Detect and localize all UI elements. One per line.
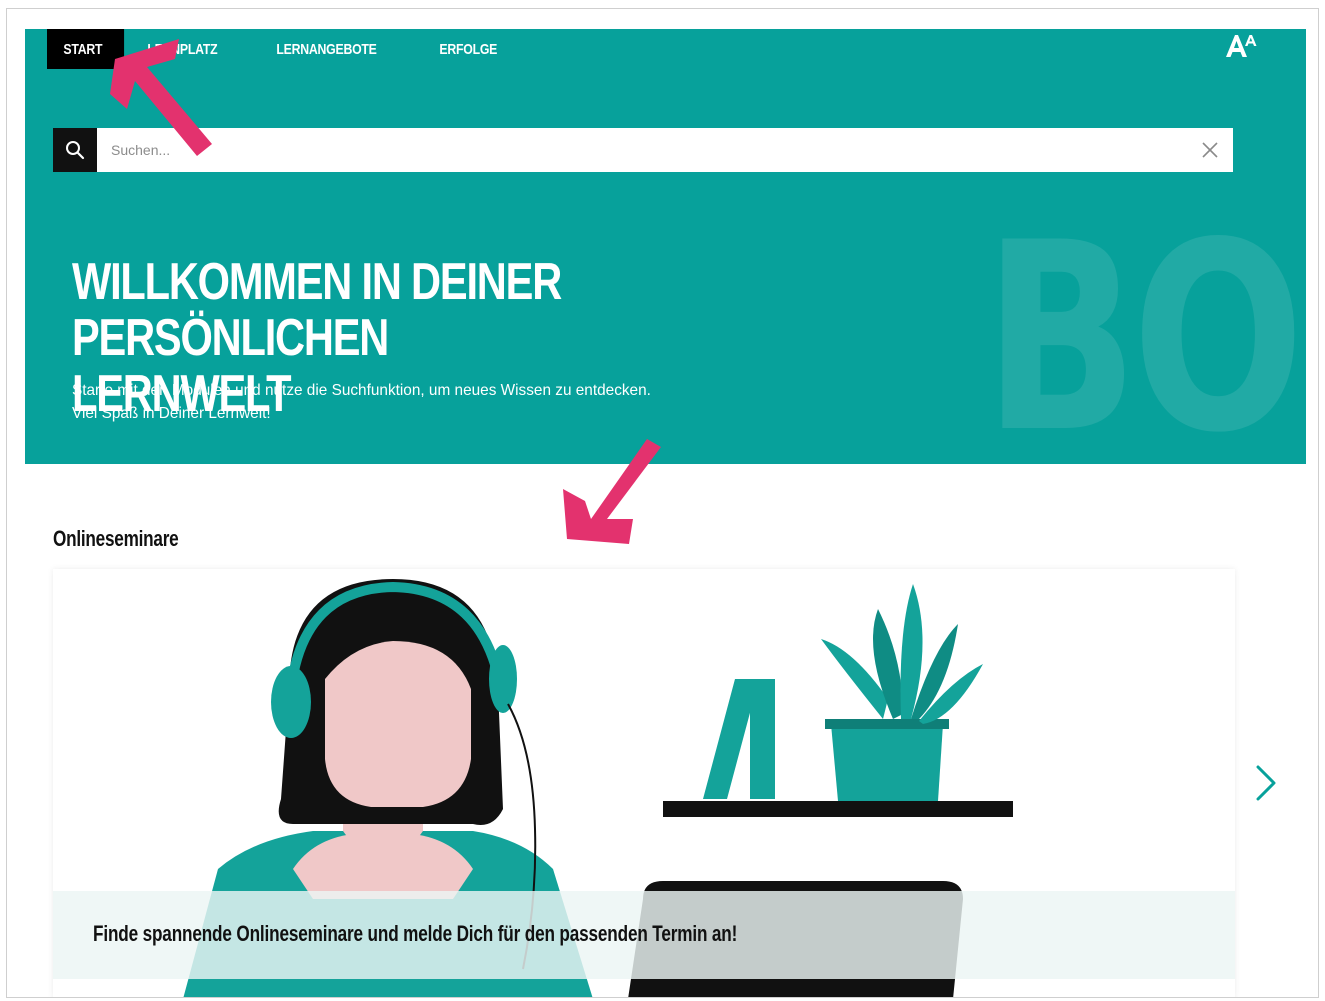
hero-background-letters: BO: [983, 188, 1305, 464]
search-bar: [53, 128, 1233, 172]
font-size-toggle-icon[interactable]: [1224, 31, 1260, 66]
browser-frame: BO START LERNPLATZ LERNANGEBOTE ERFOLGE: [6, 8, 1319, 998]
page-title-line-1: WILLKOMMEN IN DEINER PERSÖNLICHEN: [72, 253, 562, 367]
hero-banner: BO START LERNPLATZ LERNANGEBOTE ERFOLGE: [25, 29, 1306, 464]
hero-subtitle-line-1: Starte mit den Modulen und nutze die Suc…: [72, 382, 651, 399]
nav-item-lernangebote[interactable]: LERNANGEBOTE: [260, 29, 393, 69]
search-icon: [66, 141, 85, 160]
nav-item-erfolge[interactable]: ERFOLGE: [423, 29, 514, 69]
close-icon[interactable]: [1201, 141, 1219, 164]
chevron-right-icon[interactable]: [1250, 763, 1280, 803]
hero-subtitle: Starte mit den Modulen und nutze die Suc…: [72, 379, 651, 425]
hero-subtitle-line-2: Viel Spaß in Deiner Lernwelt!: [72, 405, 271, 422]
nav-item-start[interactable]: START: [47, 29, 125, 69]
card-caption: Finde spannende Onlineseminare und melde…: [93, 921, 738, 946]
section-title: Onlineseminare: [53, 526, 179, 551]
search-input[interactable]: [97, 128, 1233, 172]
onlineseminar-card[interactable]: Finde spannende Onlineseminare und melde…: [53, 569, 1235, 997]
main-nav: START LERNPLATZ LERNANGEBOTE ERFOLGE: [25, 29, 525, 69]
search-button[interactable]: [53, 128, 97, 172]
nav-item-lernplatz[interactable]: LERNPLATZ: [131, 29, 234, 69]
